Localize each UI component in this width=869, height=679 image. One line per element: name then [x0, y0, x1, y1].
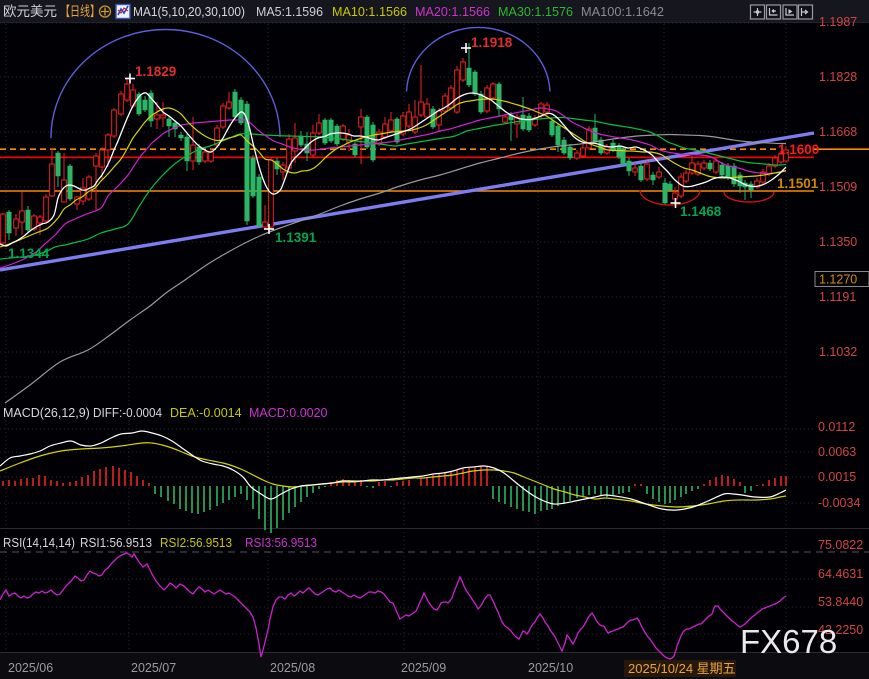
- svg-text:MA30:1.1576: MA30:1.1576: [498, 4, 573, 19]
- svg-text:2025/07: 2025/07: [131, 661, 176, 675]
- svg-text:MACD(26,12,9): MACD(26,12,9): [3, 406, 90, 420]
- svg-text:1.1600: 1.1600: [778, 142, 819, 157]
- svg-text:MACD:0.0020: MACD:0.0020: [249, 406, 328, 420]
- svg-text:DIFF:-0.0004: DIFF:-0.0004: [93, 406, 162, 420]
- svg-text:2025/10: 2025/10: [528, 661, 573, 675]
- svg-text:2025/09: 2025/09: [401, 661, 446, 675]
- svg-text:75.0822: 75.0822: [818, 538, 863, 552]
- svg-text:RSI2:56.9513: RSI2:56.9513: [160, 536, 232, 550]
- svg-text:1.1509: 1.1509: [819, 180, 857, 194]
- svg-text:0.0112: 0.0112: [818, 420, 855, 434]
- svg-text:1.1468: 1.1468: [680, 204, 722, 219]
- svg-text:1.1391: 1.1391: [275, 230, 317, 245]
- svg-text:欧元美元: 欧元美元: [3, 4, 57, 19]
- svg-text:RSI1:56.9513: RSI1:56.9513: [80, 536, 152, 550]
- svg-text:1.1918: 1.1918: [471, 35, 513, 50]
- svg-text:-0.0034: -0.0034: [818, 496, 860, 510]
- svg-text:2025/08: 2025/08: [270, 661, 315, 675]
- svg-text:1.1668: 1.1668: [819, 125, 857, 139]
- svg-text:2025/10/24 星期五: 2025/10/24 星期五: [628, 661, 736, 676]
- svg-text:MA10:1.1566: MA10:1.1566: [332, 4, 407, 19]
- svg-text:1.1987: 1.1987: [819, 15, 857, 29]
- svg-text:1.1032: 1.1032: [819, 345, 857, 359]
- svg-text:53.8440: 53.8440: [818, 595, 863, 609]
- svg-text:RSI3:56.9513: RSI3:56.9513: [245, 536, 317, 550]
- svg-text:MA100:1.1642: MA100:1.1642: [581, 4, 664, 19]
- svg-text:【日线】: 【日线】: [60, 4, 100, 19]
- svg-text:MA20:1.1566: MA20:1.1566: [415, 4, 490, 19]
- svg-text:2025/06: 2025/06: [8, 661, 53, 675]
- svg-text:MA5:1.1596: MA5:1.1596: [256, 4, 323, 19]
- svg-text:FX678: FX678: [740, 623, 837, 660]
- svg-text:1.1270: 1.1270: [819, 273, 857, 287]
- svg-text:0.0063: 0.0063: [818, 445, 856, 459]
- svg-text:MA1(5,10,20,30,100): MA1(5,10,20,30,100): [133, 4, 245, 19]
- svg-text:DEA:-0.0014: DEA:-0.0014: [170, 406, 242, 420]
- svg-text:64.4631: 64.4631: [818, 567, 863, 581]
- svg-text:1.1344: 1.1344: [8, 246, 50, 261]
- svg-text:RSI(14,14,14): RSI(14,14,14): [3, 536, 75, 550]
- svg-text:1.1828: 1.1828: [819, 70, 857, 84]
- svg-text:1.1350: 1.1350: [819, 235, 857, 249]
- svg-text:1.1191: 1.1191: [819, 290, 856, 304]
- svg-text:1.1829: 1.1829: [135, 64, 176, 79]
- svg-text:0.0015: 0.0015: [818, 470, 856, 484]
- svg-text:1.1501: 1.1501: [777, 176, 819, 191]
